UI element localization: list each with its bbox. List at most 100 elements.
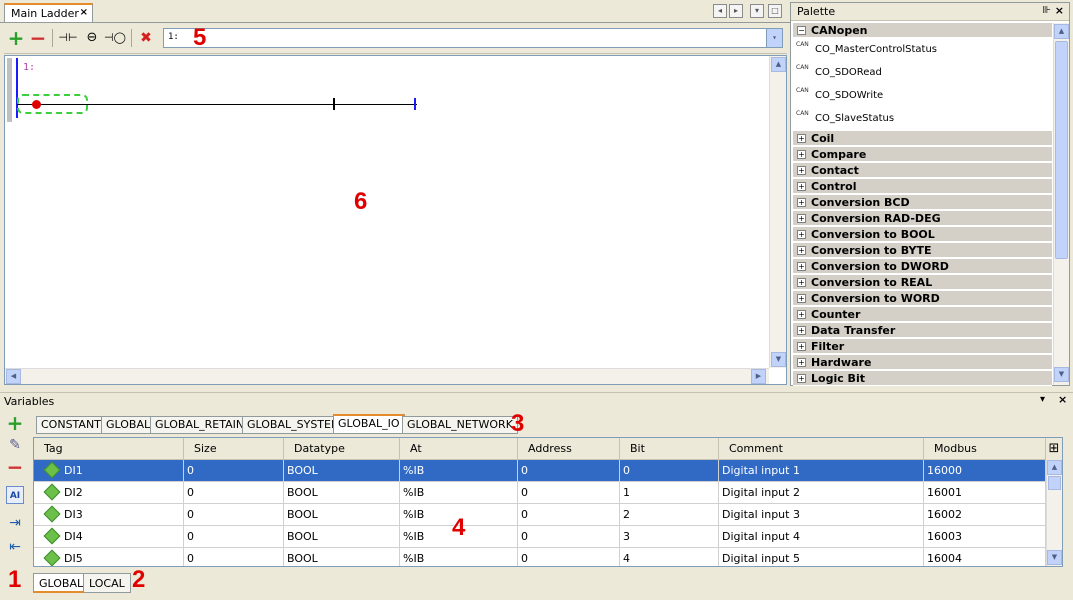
column-header-at[interactable]: At [400,438,518,460]
tab-main-ladder[interactable]: Main Ladder × [4,3,93,23]
tab-global-network[interactable]: GLOBAL_NETWORK [402,416,518,434]
add-variable-icon[interactable]: + [6,413,24,433]
column-header-comment[interactable]: Comment [719,438,924,460]
palette-category[interactable]: + Logic Bit [793,371,1052,386]
chevron-down-icon[interactable]: ▾ [766,29,782,47]
scroll-right-icon[interactable]: ▶ [751,369,766,384]
expand-icon[interactable]: + [797,182,806,191]
contact-icon[interactable]: ⊣⊢ [58,28,78,48]
rung-connection-point[interactable] [32,100,41,109]
table-row[interactable]: DI1 0 BOOL %IB 0 0 Digital input 1 16000 [34,460,1046,482]
table-row[interactable]: DI5 0 BOOL %IB 0 4 Digital input 5 16004 [34,548,1046,566]
palette-category[interactable]: + Conversion to WORD [793,291,1052,306]
tab-global-io[interactable]: GLOBAL_IO [333,414,405,434]
palette-scrollbar[interactable]: ▲ ▼ [1053,23,1069,385]
expand-icon[interactable]: + [797,166,806,175]
expand-icon[interactable]: + [797,246,806,255]
expand-icon[interactable]: + [797,342,806,351]
edit-variable-icon[interactable]: ✎ [6,436,24,454]
palette-item[interactable]: CAN CO_SDORead [793,62,1052,84]
vertical-scrollbar[interactable]: ▲ ▼ [769,56,786,368]
palette-category[interactable]: + Counter [793,307,1052,322]
expand-icon[interactable]: + [797,374,806,383]
tab-scope-global[interactable]: GLOBAL [33,573,90,593]
table-row[interactable]: DI4 0 BOOL %IB 0 3 Digital input 4 16003 [34,526,1046,548]
expand-icon[interactable]: + [797,262,806,271]
table-row[interactable]: DI3 0 BOOL %IB 0 2 Digital input 3 16002 [34,504,1046,526]
scroll-left-icon[interactable]: ◀ [6,369,21,384]
expand-icon[interactable]: + [797,134,806,143]
add-rung-icon[interactable]: + [6,28,26,48]
column-chooser-icon[interactable]: ⊞ [1046,438,1062,460]
auto-import-icon[interactable]: AI [6,486,24,504]
palette-category[interactable]: + Conversion RAD-DEG [793,211,1052,226]
column-header-address[interactable]: Address [518,438,620,460]
tab-global-retain[interactable]: GLOBAL_RETAIN [150,416,250,434]
tab-list-icon[interactable]: ▾ [750,4,764,18]
palette-item[interactable]: CAN CO_MasterControlStatus [793,39,1052,61]
palette-category[interactable]: + Conversion BCD [793,195,1052,210]
palette-category[interactable]: + Contact [793,163,1052,178]
pin-icon[interactable]: ⊪ [1042,5,1051,16]
table-scrollbar[interactable]: ▲ ▼ [1046,460,1062,566]
scroll-down-icon[interactable]: ▼ [771,352,786,367]
palette-category[interactable]: + Hardware [793,355,1052,370]
scroll-up-icon[interactable]: ▲ [771,57,786,72]
palette-item[interactable]: CAN CO_SDOWrite [793,85,1052,107]
collapse-icon[interactable]: − [797,26,806,35]
column-header-datatype[interactable]: Datatype [284,438,400,460]
expand-icon[interactable]: + [797,214,806,223]
ladder-editor[interactable]: 1: 6 ▲ ▼ ◀ ▶ [4,55,787,385]
scroll-up-icon[interactable]: ▲ [1054,24,1069,39]
coil-icon[interactable]: ⊖ [82,28,102,48]
remove-variable-icon[interactable]: − [6,457,24,477]
scroll-tabs-left-icon[interactable]: ◂ [713,4,727,18]
scroll-tabs-right-icon[interactable]: ▸ [729,4,743,18]
export-icon[interactable]: ⇤ [6,538,24,556]
scroll-thumb[interactable] [1055,41,1068,259]
palette-category[interactable]: + Coil [793,131,1052,146]
expand-icon[interactable]: + [797,150,806,159]
tab-scope-local[interactable]: LOCAL [83,573,131,593]
expand-icon[interactable]: + [797,230,806,239]
expand-icon[interactable]: + [797,198,806,207]
table-row[interactable]: DI2 0 BOOL %IB 0 1 Digital input 2 16001 [34,482,1046,504]
scroll-up-icon[interactable]: ▲ [1047,460,1062,475]
tab-constant[interactable]: CONSTANT [36,416,106,434]
palette-category[interactable]: + Conversion to REAL [793,275,1052,290]
scroll-thumb[interactable] [1048,476,1061,490]
column-header-tag[interactable]: Tag [34,438,184,460]
palette-category[interactable]: + Conversion to DWORD [793,259,1052,274]
close-icon[interactable]: × [1055,4,1064,17]
palette-category[interactable]: + Control [793,179,1052,194]
column-header-size[interactable]: Size [184,438,284,460]
close-icon[interactable]: × [1058,393,1067,406]
horizontal-scrollbar[interactable]: ◀ ▶ [5,368,769,384]
delete-icon[interactable]: ✖ [136,28,156,48]
expand-icon[interactable]: + [797,358,806,367]
branch-icon[interactable]: ⊣◯ [104,28,126,48]
scroll-down-icon[interactable]: ▼ [1047,550,1062,565]
rung-select[interactable]: 1: ▾ [163,28,783,48]
palette-category[interactable]: + Conversion to BOOL [793,227,1052,242]
remove-rung-icon[interactable]: − [28,28,48,48]
palette-category[interactable]: + Filter [793,339,1052,354]
tab-global-system[interactable]: GLOBAL_SYSTEM [242,416,346,434]
palette-item[interactable]: CAN CO_SlaveStatus [793,108,1052,130]
palette-category[interactable]: + Conversion to BYTE [793,243,1052,258]
expand-icon[interactable]: + [797,310,806,319]
expand-icon[interactable]: + [797,294,806,303]
close-icon[interactable]: × [80,7,88,18]
import-icon[interactable]: ⇥ [6,514,24,532]
maximize-icon[interactable]: □ [768,4,782,18]
expand-icon[interactable]: + [797,326,806,335]
tab-global[interactable]: GLOBAL [101,416,156,434]
scroll-down-icon[interactable]: ▼ [1054,367,1069,382]
insertion-cursor[interactable] [17,94,88,114]
panel-menu-icon[interactable]: ▾ [1040,394,1045,405]
expand-icon[interactable]: + [797,278,806,287]
column-header-bit[interactable]: Bit [620,438,719,460]
palette-category[interactable]: + Data Transfer [793,323,1052,338]
column-header-modbus[interactable]: Modbus [924,438,1046,460]
palette-category[interactable]: + Compare [793,147,1052,162]
